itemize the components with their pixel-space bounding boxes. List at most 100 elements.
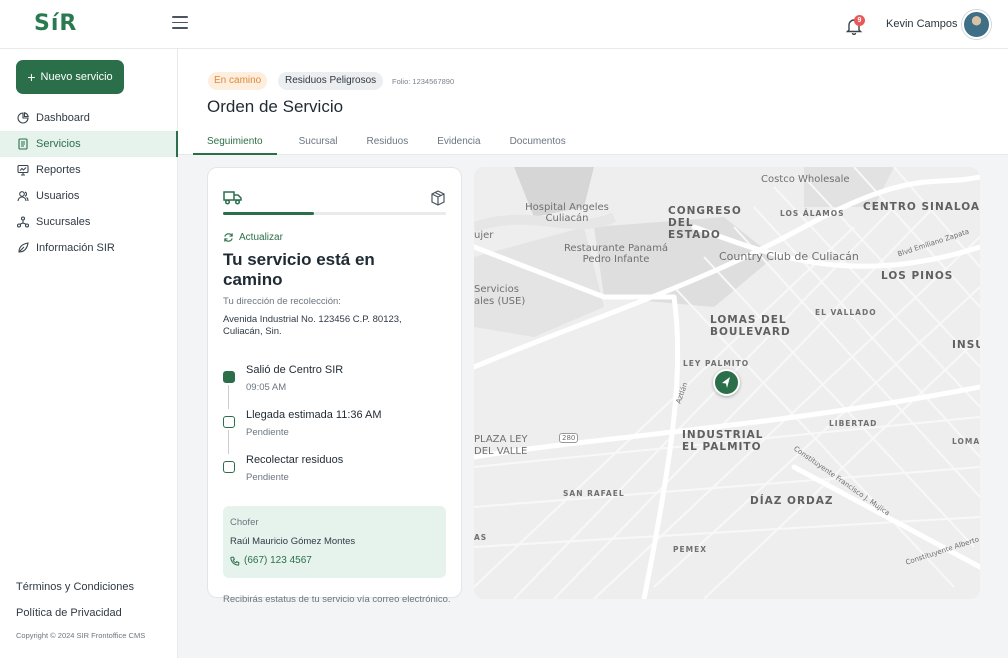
area-ley-palmito: LEY PALMITO — [683, 359, 750, 368]
copyright: Copyright © 2024 SIR Frontoffice CMS — [16, 631, 146, 640]
status-badge: En camino — [208, 72, 268, 90]
page-title: Orden de Servicio — [207, 97, 344, 116]
tab-evidencia[interactable]: Evidencia — [437, 132, 480, 155]
step-title: Llegada estimada 11:36 AM — [246, 409, 382, 421]
users-icon — [17, 191, 29, 202]
pie-chart-icon — [17, 112, 29, 124]
notification-badge: 9 — [854, 15, 865, 26]
branches-icon — [17, 216, 29, 228]
package-icon — [431, 190, 445, 206]
poi-servicios[interactable]: Servicios ales (USE) — [474, 284, 534, 308]
road-shield-280: 280 — [559, 433, 579, 443]
privacy-link[interactable]: Política de Privacidad — [16, 607, 166, 619]
phone-icon — [230, 556, 240, 566]
driver-card: Chofer Raúl Mauricio Gómez Montes (667) … — [223, 506, 446, 578]
folio: Folio: 1234567890 — [392, 77, 455, 86]
sidebar-item-label: Sucursales — [36, 216, 91, 228]
step-title: Recolectar residuos — [246, 454, 344, 466]
sidebar-nav: Dashboard Servicios Reportes Usuarios Su… — [0, 105, 178, 261]
step-departed: Salió de Centro SIR 09:05 AM — [223, 364, 443, 409]
sidebar-item-usuarios[interactable]: Usuarios — [0, 183, 178, 209]
plus-icon: + — [27, 69, 36, 85]
report-icon — [17, 164, 29, 176]
page-header: En camino Residuos Peligrosos Folio: 123… — [178, 49, 1008, 155]
sidebar-item-dashboard[interactable]: Dashboard — [0, 105, 178, 131]
leaf-icon — [18, 242, 29, 253]
progress-fill — [223, 212, 315, 215]
sidebar-item-label: Usuarios — [36, 190, 80, 202]
poi-restaurante[interactable]: Restaurante Panamá Pedro Infante — [556, 243, 676, 265]
sidebar-item-label: Servicios — [36, 138, 81, 150]
step-checkbox[interactable] — [223, 461, 235, 473]
step-checkbox[interactable] — [223, 371, 235, 383]
sidebar-footer: Términos y Condiciones Política de Priva… — [16, 581, 166, 640]
area-pemex: PEMEX — [673, 545, 707, 554]
step-connector — [228, 385, 229, 409]
sidebar-item-servicios[interactable]: Servicios — [0, 131, 178, 157]
step-connector — [228, 430, 229, 454]
area-centro-sinaloa: CENTRO SINALOA — [863, 201, 980, 213]
area-diaz-ordaz: DÍAZ ORDAZ — [750, 495, 834, 507]
sidebar-item-label: Dashboard — [36, 112, 90, 124]
sidebar-item-sucursales[interactable]: Sucursales — [0, 209, 178, 235]
area-libertad: LIBERTAD — [829, 419, 878, 428]
tracking-title: Tu servicio está en camino — [223, 250, 375, 289]
tabs: Seguimiento Sucursal Residuos Evidencia … — [193, 132, 595, 155]
poi-hospital[interactable]: Hospital Angeles Culiacán — [517, 202, 617, 224]
step-collect: Recolectar residuos Pendiente — [223, 454, 443, 499]
tab-seguimiento[interactable]: Seguimiento — [193, 132, 277, 155]
refresh-button[interactable]: Actualizar — [223, 232, 283, 243]
waste-type-badge: Residuos Peligrosos — [278, 72, 384, 90]
address-label: Tu dirección de recolección: — [223, 296, 341, 307]
poi-country-club[interactable]: Country Club de Culiacán — [719, 250, 859, 263]
area-san-rafael: SAN RAFAEL — [563, 489, 625, 498]
step-checkbox[interactable] — [223, 416, 235, 428]
vehicle-location-marker[interactable] — [713, 369, 740, 396]
poi-plaza-ley[interactable]: PLAZA LEY DEL VALLE — [474, 434, 536, 458]
poi-costco[interactable]: Costco Wholesale — [761, 174, 850, 185]
tab-documentos[interactable]: Documentos — [510, 132, 566, 155]
poi-partial-ujer: ujer — [474, 230, 494, 241]
tab-sucursal[interactable]: Sucursal — [299, 132, 338, 155]
document-icon — [18, 138, 28, 150]
tracking-progress — [223, 212, 446, 215]
area-insu: INSU — [952, 339, 980, 351]
area-loma: LOMA — [952, 437, 980, 446]
area-industrial-palmito: INDUSTRIAL EL PALMITO — [682, 429, 764, 453]
sidebar-item-label: Información SIR — [36, 242, 115, 254]
sidebar: + Nuevo servicio Dashboard Servicios Rep… — [0, 49, 178, 658]
area-los-pinos: LOS PINOS — [881, 270, 954, 282]
tracking-card: Actualizar Tu servicio está en camino Tu… — [207, 167, 462, 598]
new-service-button[interactable]: + Nuevo servicio — [16, 60, 124, 94]
area-partial-as: AS — [474, 533, 488, 542]
driver-name: Raúl Mauricio Gómez Montes — [230, 536, 356, 547]
menu-toggle-icon[interactable] — [172, 16, 188, 30]
area-lomas-boulevard: LOMAS DEL BOULEVARD — [710, 314, 791, 338]
tracking-steps: Salió de Centro SIR 09:05 AM Llegada est… — [223, 364, 443, 499]
truck-icon — [223, 191, 242, 205]
sidebar-item-label: Reportes — [36, 164, 81, 176]
new-service-label: Nuevo servicio — [40, 71, 113, 83]
area-el-vallado: EL VALLADO — [815, 308, 877, 317]
map[interactable]: Costco Wholesale Hospital Angeles Culiac… — [474, 167, 980, 599]
area-congreso: CONGRESO DEL ESTADO — [668, 205, 742, 241]
refresh-icon — [224, 233, 233, 242]
step-time: 09:05 AM — [246, 382, 287, 393]
step-title: Salió de Centro SIR — [246, 364, 344, 376]
sidebar-item-informacion[interactable]: Información SIR — [0, 235, 178, 261]
driver-phone: (667) 123 4567 — [244, 555, 312, 566]
sidebar-item-reportes[interactable]: Reportes — [0, 157, 178, 183]
step-status: Pendiente — [246, 472, 289, 483]
sir-logo[interactable]: SíR — [34, 11, 77, 36]
tab-residuos[interactable]: Residuos — [367, 132, 409, 155]
pickup-address: Avenida Industrial No. 123456 C.P. 80123… — [223, 314, 402, 337]
navigation-arrow-icon — [722, 377, 730, 388]
user-name[interactable]: Kevin Campos — [886, 18, 958, 30]
step-status: Pendiente — [246, 427, 289, 438]
terms-link[interactable]: Términos y Condiciones — [16, 581, 166, 593]
refresh-label: Actualizar — [239, 232, 283, 243]
driver-phone-link[interactable]: (667) 123 4567 — [230, 555, 439, 566]
avatar[interactable] — [962, 10, 991, 39]
driver-label: Chofer — [230, 517, 259, 528]
email-note: Recibirás estatus de tu servicio vía cor… — [223, 594, 451, 605]
